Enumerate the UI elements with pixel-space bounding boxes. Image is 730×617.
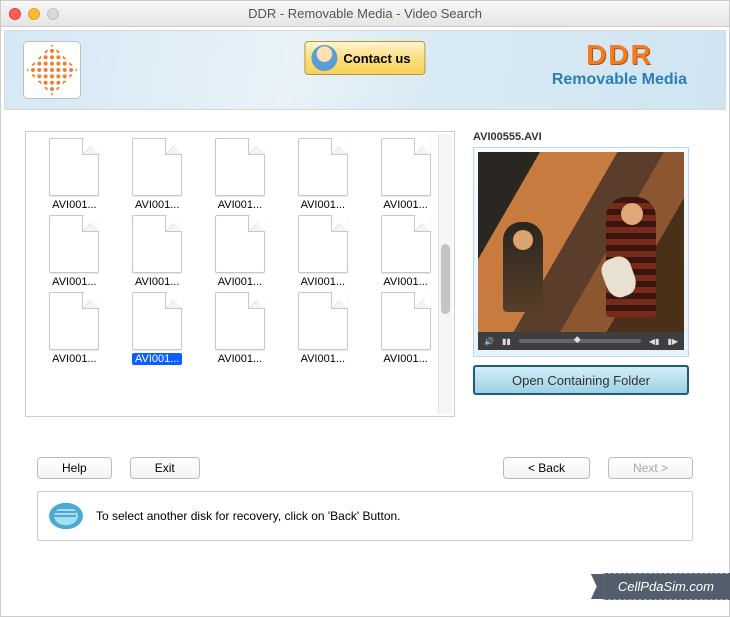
document-icon bbox=[298, 215, 348, 273]
header-banner: Contact us DDR Removable Media bbox=[4, 30, 726, 110]
preview-pane: AVI00555.AVI 🔊 ▮▮ ◀▮ ▮▶ Open Containing … bbox=[473, 131, 689, 417]
person-icon bbox=[311, 45, 337, 71]
file-list-pane: AVI001... AVI001... AVI001... AVI001... AVI0… bbox=[25, 131, 455, 417]
brand-title: DDR bbox=[552, 39, 687, 71]
document-icon bbox=[298, 292, 348, 350]
next-icon[interactable]: ▮▶ bbox=[667, 337, 678, 346]
file-label: AVI001... bbox=[132, 199, 182, 211]
window-title: DDR - Removable Media - Video Search bbox=[1, 6, 729, 21]
document-icon bbox=[381, 138, 431, 196]
watermark: CellPdaSim.com bbox=[603, 573, 730, 600]
app-logo bbox=[23, 41, 81, 99]
document-icon bbox=[49, 292, 99, 350]
traffic-lights bbox=[9, 8, 59, 20]
next-button: Next > bbox=[608, 457, 693, 479]
video-player-controls: 🔊 ▮▮ ◀▮ ▮▶ bbox=[478, 332, 684, 350]
brand: DDR Removable Media bbox=[552, 39, 687, 89]
hint-box: To select another disk for recovery, cli… bbox=[37, 491, 693, 541]
file-item[interactable]: AVI001... bbox=[34, 136, 115, 211]
bottom-button-row: Help Exit < Back Next > bbox=[1, 417, 729, 487]
file-label: AVI001... bbox=[132, 353, 182, 365]
back-button[interactable]: < Back bbox=[503, 457, 590, 479]
file-label: AVI001... bbox=[49, 199, 99, 211]
pause-icon[interactable]: ▮▮ bbox=[502, 337, 511, 346]
info-icon bbox=[48, 502, 84, 530]
file-label: AVI001... bbox=[215, 353, 265, 365]
document-icon bbox=[215, 138, 265, 196]
video-preview-image bbox=[478, 152, 684, 332]
scrollbar[interactable] bbox=[438, 134, 452, 414]
file-item[interactable]: AVI001... bbox=[365, 290, 446, 365]
document-icon bbox=[132, 292, 182, 350]
volume-icon[interactable]: 🔊 bbox=[484, 337, 494, 346]
preview-frame: 🔊 ▮▮ ◀▮ ▮▶ bbox=[473, 147, 689, 357]
file-label: AVI001... bbox=[215, 276, 265, 288]
watermark-text: CellPdaSim.com bbox=[603, 573, 730, 600]
file-label: AVI001... bbox=[380, 199, 430, 211]
prev-icon[interactable]: ◀▮ bbox=[649, 337, 660, 346]
file-item[interactable]: AVI001... bbox=[200, 136, 281, 211]
file-item[interactable]: AVI001... bbox=[282, 290, 363, 365]
file-item[interactable]: AVI001... bbox=[365, 213, 446, 288]
scrollbar-thumb[interactable] bbox=[441, 244, 450, 314]
contact-label: Contact us bbox=[343, 51, 410, 66]
document-icon bbox=[132, 138, 182, 196]
document-icon bbox=[49, 138, 99, 196]
maximize-icon bbox=[47, 8, 59, 20]
document-icon bbox=[215, 292, 265, 350]
contact-us-button[interactable]: Contact us bbox=[304, 41, 425, 75]
file-item[interactable]: AVI001... bbox=[282, 136, 363, 211]
document-icon bbox=[381, 292, 431, 350]
file-label: AVI001... bbox=[298, 353, 348, 365]
file-label: AVI001... bbox=[49, 353, 99, 365]
file-label: AVI001... bbox=[132, 276, 182, 288]
file-item[interactable]: AVI001... bbox=[34, 290, 115, 365]
file-item[interactable]: AVI001... bbox=[200, 213, 281, 288]
progress-bar[interactable] bbox=[519, 339, 641, 343]
close-icon[interactable] bbox=[9, 8, 21, 20]
document-icon bbox=[298, 138, 348, 196]
file-item[interactable]: AVI001... bbox=[282, 213, 363, 288]
document-icon bbox=[381, 215, 431, 273]
file-item[interactable]: AVI001... bbox=[117, 136, 198, 211]
file-item[interactable]: AVI001... bbox=[34, 213, 115, 288]
hint-text: To select another disk for recovery, cli… bbox=[96, 509, 401, 523]
file-item[interactable]: AVI001... bbox=[117, 213, 198, 288]
open-containing-folder-button[interactable]: Open Containing Folder bbox=[473, 365, 689, 395]
file-item[interactable]: AVI001... bbox=[117, 290, 198, 365]
document-icon bbox=[49, 215, 99, 273]
exit-button[interactable]: Exit bbox=[130, 457, 200, 479]
file-label: AVI001... bbox=[380, 276, 430, 288]
preview-filename: AVI00555.AVI bbox=[473, 131, 689, 143]
file-label: AVI001... bbox=[298, 199, 348, 211]
file-item[interactable]: AVI001... bbox=[365, 136, 446, 211]
file-label: AVI001... bbox=[298, 276, 348, 288]
file-item[interactable]: AVI001... bbox=[200, 290, 281, 365]
window-titlebar: DDR - Removable Media - Video Search bbox=[1, 1, 729, 27]
help-button[interactable]: Help bbox=[37, 457, 112, 479]
minimize-icon[interactable] bbox=[28, 8, 40, 20]
file-label: AVI001... bbox=[380, 353, 430, 365]
file-label: AVI001... bbox=[49, 276, 99, 288]
document-icon bbox=[132, 215, 182, 273]
brand-subtitle: Removable Media bbox=[552, 71, 687, 89]
file-label: AVI001... bbox=[215, 199, 265, 211]
document-icon bbox=[215, 215, 265, 273]
